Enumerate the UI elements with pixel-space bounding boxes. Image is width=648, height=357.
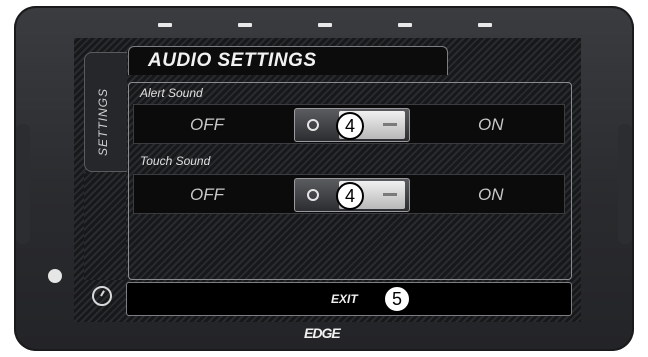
alert-sound-off-option[interactable]: OFF [190, 115, 224, 135]
callout-marker: 5 [383, 285, 411, 313]
left-side-tab [16, 124, 30, 244]
on-dash-icon [383, 123, 397, 126]
callout-marker: 4 [336, 112, 364, 140]
off-circle-icon [307, 189, 319, 201]
alert-sound-on-option[interactable]: ON [478, 115, 504, 135]
indicator-led [318, 23, 332, 27]
off-circle-icon [307, 119, 319, 131]
settings-tab-label: SETTINGS [96, 87, 110, 156]
indicator-led [238, 23, 252, 27]
exit-button[interactable]: EXIT [126, 282, 572, 316]
touch-sound-label: Touch Sound [140, 154, 211, 168]
callout-marker: 4 [336, 182, 364, 210]
indicator-led [398, 23, 412, 27]
touch-sound-on-option[interactable]: ON [478, 185, 504, 205]
ambient-light-sensor [48, 269, 62, 283]
timer-icon[interactable] [92, 286, 112, 306]
touch-sound-off-option[interactable]: OFF [190, 185, 224, 205]
exit-button-label: EXIT [331, 292, 358, 306]
right-side-tab [618, 124, 632, 244]
indicator-led [478, 23, 492, 27]
side-panel [84, 172, 126, 280]
alert-sound-label: Alert Sound [140, 86, 203, 100]
on-dash-icon [383, 193, 397, 196]
page-title: AUDIO SETTINGS [148, 50, 317, 71]
indicator-led [158, 23, 172, 27]
edge-logo: EDGE [304, 325, 341, 341]
